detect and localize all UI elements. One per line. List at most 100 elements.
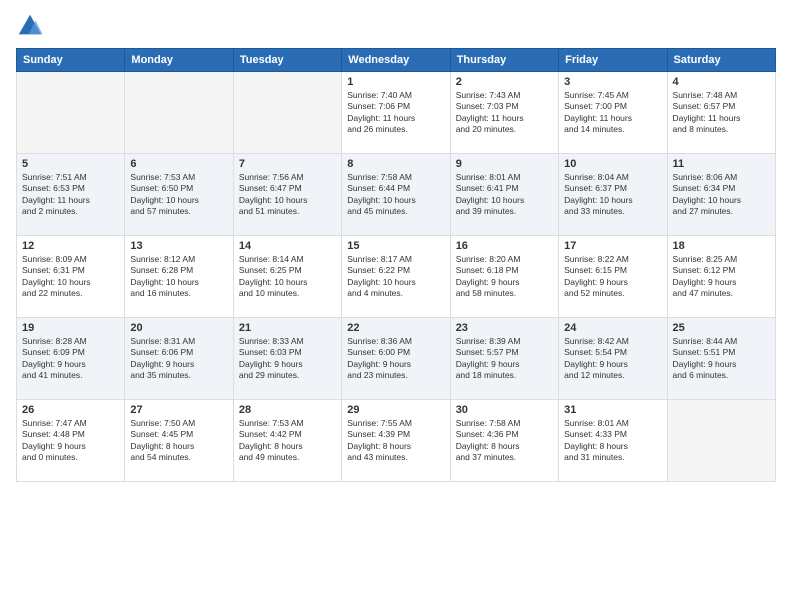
calendar-cell: 10 Sunrise: 8:04 AMSunset: 6:37 PMDayligh…	[559, 154, 667, 236]
calendar-cell: 26Sunrise: 7:47 AMSunset: 4:48 PMDayligh…	[17, 400, 125, 482]
day-number: 7	[239, 158, 336, 170]
week-row-1: 1 Sunrise: 7:40 AMSunset: 7:06 PMDaylight…	[17, 72, 776, 154]
calendar-cell: 14 Sunrise: 8:14 AMSunset: 6:25 PMDayligh…	[233, 236, 341, 318]
day-info: Sunrise: 8:14 AMSunset: 6:25 PMDaylight:…	[239, 254, 336, 300]
calendar-cell: 31 Sunrise: 8:01 AMSunset: 4:33 PMDayligh…	[559, 400, 667, 482]
day-info: Sunrise: 7:56 AMSunset: 6:47 PMDaylight:…	[239, 172, 336, 218]
calendar-cell: 25 Sunrise: 8:44 AMSunset: 5:51 PMDayligh…	[667, 318, 775, 400]
weekday-header-sunday: Sunday	[17, 49, 125, 72]
calendar-cell: 13 Sunrise: 8:12 AMSunset: 6:28 PMDayligh…	[125, 236, 233, 318]
calendar-cell: 1 Sunrise: 7:40 AMSunset: 7:06 PMDaylight…	[342, 72, 450, 154]
calendar-cell: 19 Sunrise: 8:28 AMSunset: 6:09 PMDayligh…	[17, 318, 125, 400]
day-info: Sunrise: 8:31 AMSunset: 6:06 PMDaylight:…	[130, 336, 227, 382]
week-row-2: 5 Sunrise: 7:51 AMSunset: 6:53 PMDaylight…	[17, 154, 776, 236]
calendar-cell: 24 Sunrise: 8:42 AMSunset: 5:54 PMDayligh…	[559, 318, 667, 400]
calendar-cell: 9 Sunrise: 8:01 AMSunset: 6:41 PMDaylight…	[450, 154, 558, 236]
logo	[16, 12, 48, 40]
day-number: 31	[564, 404, 661, 416]
day-number: 12	[22, 240, 119, 252]
day-number: 14	[239, 240, 336, 252]
day-info: Sunrise: 8:09 AMSunset: 6:31 PMDaylight:…	[22, 254, 119, 300]
day-number: 8	[347, 158, 444, 170]
day-info: Sunrise: 8:17 AMSunset: 6:22 PMDaylight:…	[347, 254, 444, 300]
day-info: Sunrise: 8:44 AMSunset: 5:51 PMDaylight:…	[673, 336, 770, 382]
day-info: Sunrise: 8:01 AMSunset: 4:33 PMDaylight:…	[564, 418, 661, 464]
day-number: 17	[564, 240, 661, 252]
day-info: Sunrise: 8:12 AMSunset: 6:28 PMDaylight:…	[130, 254, 227, 300]
day-info: Sunrise: 7:55 AMSunset: 4:39 PMDaylight:…	[347, 418, 444, 464]
day-number: 21	[239, 322, 336, 334]
day-number: 27	[130, 404, 227, 416]
day-number: 9	[456, 158, 553, 170]
calendar-cell: 23 Sunrise: 8:39 AMSunset: 5:57 PMDayligh…	[450, 318, 558, 400]
calendar-cell: 20 Sunrise: 8:31 AMSunset: 6:06 PMDayligh…	[125, 318, 233, 400]
calendar-cell: 4 Sunrise: 7:48 AMSunset: 6:57 PMDaylight…	[667, 72, 775, 154]
day-number: 15	[347, 240, 444, 252]
day-info: Sunrise: 8:06 AMSunset: 6:34 PMDaylight:…	[673, 172, 770, 218]
day-info: Sunrise: 8:36 AMSunset: 6:00 PMDaylight:…	[347, 336, 444, 382]
weekday-header-monday: Monday	[125, 49, 233, 72]
day-number: 30	[456, 404, 553, 416]
day-number: 20	[130, 322, 227, 334]
calendar-cell: 30 Sunrise: 7:58 AMSunset: 4:36 PMDayligh…	[450, 400, 558, 482]
logo-icon	[16, 12, 44, 40]
calendar-cell: 18 Sunrise: 8:25 AMSunset: 6:12 PMDayligh…	[667, 236, 775, 318]
day-info: Sunrise: 8:33 AMSunset: 6:03 PMDaylight:…	[239, 336, 336, 382]
day-number: 18	[673, 240, 770, 252]
header	[16, 12, 776, 40]
week-row-3: 12 Sunrise: 8:09 AMSunset: 6:31 PMDayligh…	[17, 236, 776, 318]
day-number: 10	[564, 158, 661, 170]
calendar-cell: 6 Sunrise: 7:53 AMSunset: 6:50 PMDaylight…	[125, 154, 233, 236]
calendar-cell: 12 Sunrise: 8:09 AMSunset: 6:31 PMDayligh…	[17, 236, 125, 318]
day-info: Sunrise: 8:04 AMSunset: 6:37 PMDaylight:…	[564, 172, 661, 218]
day-info: Sunrise: 8:42 AMSunset: 5:54 PMDaylight:…	[564, 336, 661, 382]
day-info: Sunrise: 8:01 AMSunset: 6:41 PMDaylight:…	[456, 172, 553, 218]
weekday-header-row: SundayMondayTuesdayWednesdayThursdayFrid…	[17, 49, 776, 72]
calendar-cell: 22 Sunrise: 8:36 AMSunset: 6:00 PMDayligh…	[342, 318, 450, 400]
day-info: Sunrise: 7:48 AMSunset: 6:57 PMDaylight:…	[673, 90, 770, 136]
day-info: Sunrise: 7:43 AMSunset: 7:03 PMDaylight:…	[456, 90, 553, 136]
day-info: Sunrise: 7:58 AMSunset: 6:44 PMDaylight:…	[347, 172, 444, 218]
calendar-cell: 11 Sunrise: 8:06 AMSunset: 6:34 PMDayligh…	[667, 154, 775, 236]
day-number: 26	[22, 404, 119, 416]
page: SundayMondayTuesdayWednesdayThursdayFrid…	[0, 0, 792, 612]
day-number: 1	[347, 76, 444, 88]
calendar-cell	[667, 400, 775, 482]
week-row-5: 26Sunrise: 7:47 AMSunset: 4:48 PMDayligh…	[17, 400, 776, 482]
day-number: 23	[456, 322, 553, 334]
day-number: 28	[239, 404, 336, 416]
day-number: 4	[673, 76, 770, 88]
day-info: Sunrise: 7:51 AMSunset: 6:53 PMDaylight:…	[22, 172, 119, 218]
calendar-cell: 28 Sunrise: 7:53 AMSunset: 4:42 PMDayligh…	[233, 400, 341, 482]
day-info: Sunrise: 7:58 AMSunset: 4:36 PMDaylight:…	[456, 418, 553, 464]
day-number: 16	[456, 240, 553, 252]
day-info: Sunrise: 8:22 AMSunset: 6:15 PMDaylight:…	[564, 254, 661, 300]
calendar-cell: 3Sunrise: 7:45 AMSunset: 7:00 PMDaylight…	[559, 72, 667, 154]
day-number: 25	[673, 322, 770, 334]
day-number: 13	[130, 240, 227, 252]
day-number: 2	[456, 76, 553, 88]
calendar-cell: 8 Sunrise: 7:58 AMSunset: 6:44 PMDaylight…	[342, 154, 450, 236]
weekday-header-thursday: Thursday	[450, 49, 558, 72]
day-number: 11	[673, 158, 770, 170]
day-info: Sunrise: 8:28 AMSunset: 6:09 PMDaylight:…	[22, 336, 119, 382]
calendar-table: SundayMondayTuesdayWednesdayThursdayFrid…	[16, 48, 776, 482]
day-number: 24	[564, 322, 661, 334]
day-info: Sunrise: 7:45 AMSunset: 7:00 PMDaylight:…	[564, 90, 661, 136]
day-number: 22	[347, 322, 444, 334]
day-info: Sunrise: 8:20 AMSunset: 6:18 PMDaylight:…	[456, 254, 553, 300]
day-number: 5	[22, 158, 119, 170]
calendar-cell: 7 Sunrise: 7:56 AMSunset: 6:47 PMDaylight…	[233, 154, 341, 236]
weekday-header-friday: Friday	[559, 49, 667, 72]
calendar-cell: 29Sunrise: 7:55 AMSunset: 4:39 PMDayligh…	[342, 400, 450, 482]
day-info: Sunrise: 7:40 AMSunset: 7:06 PMDaylight:…	[347, 90, 444, 136]
calendar-cell: 5 Sunrise: 7:51 AMSunset: 6:53 PMDaylight…	[17, 154, 125, 236]
day-number: 19	[22, 322, 119, 334]
day-info: Sunrise: 7:53 AMSunset: 6:50 PMDaylight:…	[130, 172, 227, 218]
day-number: 6	[130, 158, 227, 170]
week-row-4: 19 Sunrise: 8:28 AMSunset: 6:09 PMDayligh…	[17, 318, 776, 400]
day-info: Sunrise: 7:53 AMSunset: 4:42 PMDaylight:…	[239, 418, 336, 464]
weekday-header-wednesday: Wednesday	[342, 49, 450, 72]
day-info: Sunrise: 8:25 AMSunset: 6:12 PMDaylight:…	[673, 254, 770, 300]
day-info: Sunrise: 8:39 AMSunset: 5:57 PMDaylight:…	[456, 336, 553, 382]
